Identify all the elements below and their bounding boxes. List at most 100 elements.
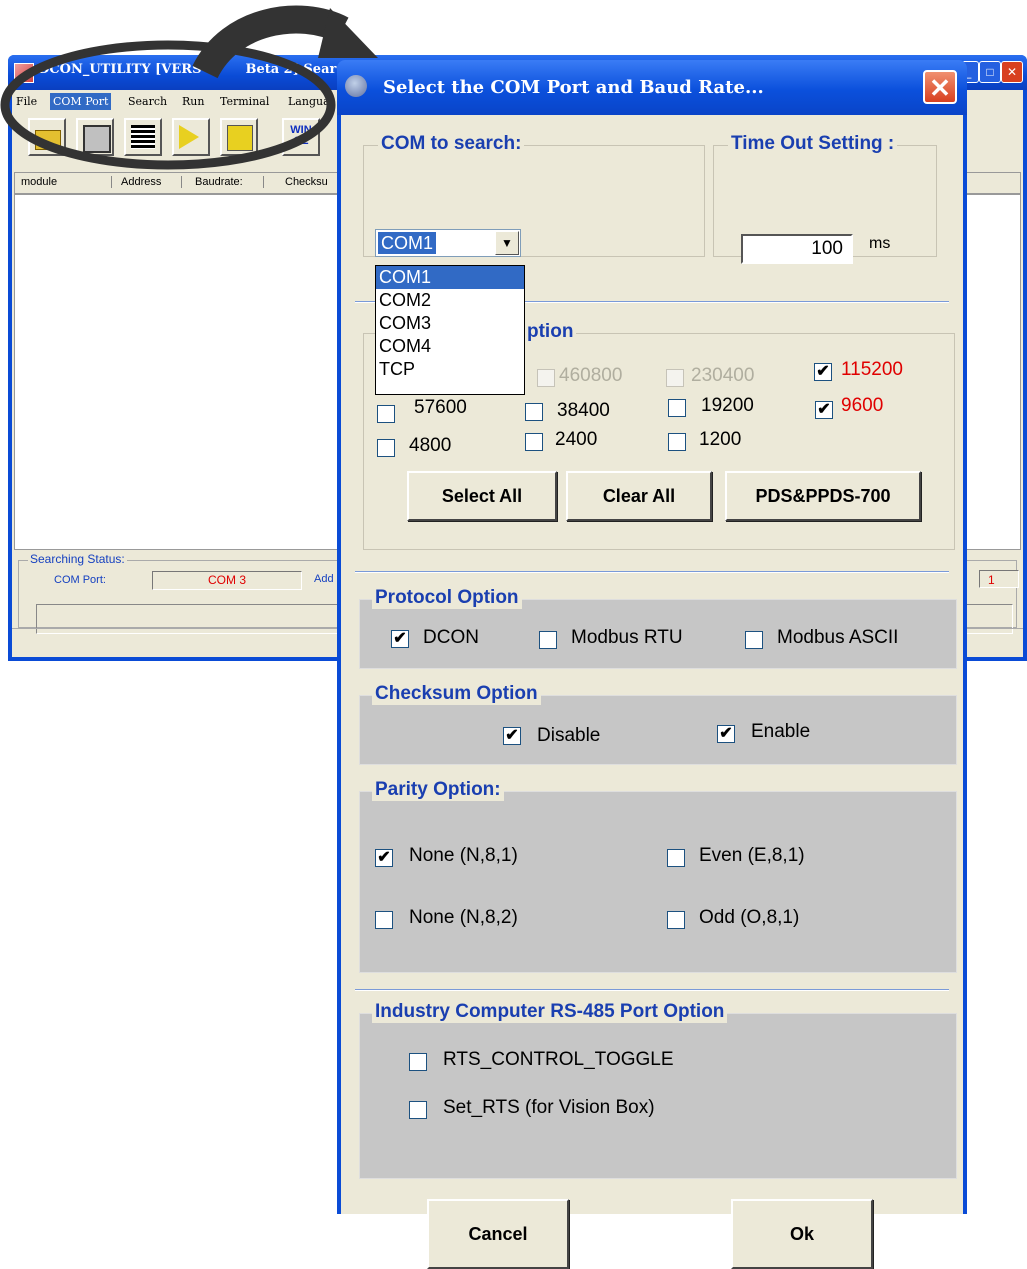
menu-com-port[interactable]: COM Port bbox=[50, 93, 112, 110]
menu-file[interactable]: File bbox=[16, 95, 37, 108]
maximize-icon[interactable]: □ bbox=[979, 61, 1001, 83]
ok-button[interactable]: Ok bbox=[731, 1199, 873, 1269]
baud-2400-label[interactable]: 2400 bbox=[555, 429, 597, 451]
dialog-close-button[interactable]: ✕ bbox=[923, 70, 957, 104]
parity-none-n82-checkbox[interactable] bbox=[375, 911, 393, 929]
baud-230400-label: 230400 bbox=[691, 365, 755, 386]
rs485-legend: Industry Computer RS-485 Port Option bbox=[372, 1001, 728, 1023]
com-option[interactable]: COM2 bbox=[376, 289, 524, 312]
rts-control-toggle-checkbox[interactable] bbox=[409, 1053, 427, 1071]
rs485-group: Industry Computer RS-485 Port Option bbox=[359, 1001, 957, 1179]
protocol-modbus-rtu-label[interactable]: Modbus RTU bbox=[571, 627, 683, 649]
com-select-value: COM1 bbox=[378, 232, 437, 254]
divider bbox=[355, 989, 949, 991]
dialog-body: COM to search: COM1 ▼ Time Out Setting :… bbox=[341, 115, 963, 1269]
checksum-disable-label[interactable]: Disable bbox=[537, 725, 600, 747]
baud-1200-checkbox[interactable] bbox=[668, 433, 686, 451]
play-icon[interactable] bbox=[172, 118, 210, 156]
checksum-enable-checkbox[interactable]: ✔ bbox=[717, 725, 735, 743]
com-dropdown-list[interactable]: COM1 COM2 COM3 COM4 TCP bbox=[375, 265, 525, 395]
dialog-title: Select the COM Port and Baud Rate... bbox=[383, 77, 764, 98]
parity-none-n82-label[interactable]: None (N,8,2) bbox=[409, 907, 518, 929]
rts-control-toggle-label[interactable]: RTS_CONTROL_TOGGLE bbox=[443, 1049, 674, 1071]
protocol-modbus-ascii-label[interactable]: Modbus ASCII bbox=[777, 627, 898, 649]
checksum-group: Checksum Option bbox=[359, 683, 957, 765]
baud-9600-checkbox[interactable]: ✔ bbox=[815, 401, 833, 419]
searching-status-label: Searching Status: bbox=[28, 552, 127, 566]
baud-rate-legend: ption bbox=[524, 321, 577, 343]
com-select[interactable]: COM1 ▼ bbox=[375, 229, 521, 257]
arrow-head bbox=[318, 8, 378, 58]
dialog-app-icon bbox=[341, 71, 371, 101]
baud-115200-label[interactable]: 115200 bbox=[841, 359, 903, 381]
column-module[interactable]: module bbox=[21, 176, 112, 188]
timeout-input[interactable]: 100 bbox=[741, 234, 853, 264]
menu-run[interactable]: Run bbox=[182, 95, 204, 108]
baud-1200-label[interactable]: 1200 bbox=[699, 429, 741, 451]
parity-none-n81-checkbox[interactable]: ✔ bbox=[375, 849, 393, 867]
com-port-dialog: Select the COM Port and Baud Rate... ✕ C… bbox=[337, 60, 967, 1269]
checksum-enable-label[interactable]: Enable bbox=[751, 721, 810, 743]
com-search-legend: COM to search: bbox=[378, 133, 525, 155]
baud-4800-label[interactable]: 4800 bbox=[409, 435, 451, 457]
com-option[interactable]: COM3 bbox=[376, 312, 524, 335]
pds-ppds-700-button[interactable]: PDS&PPDS-700 bbox=[725, 471, 921, 521]
parity-even-label[interactable]: Even (E,8,1) bbox=[699, 845, 805, 867]
baud-38400-label[interactable]: 38400 bbox=[557, 400, 610, 422]
close-icon[interactable]: ✕ bbox=[1001, 61, 1023, 83]
chevron-down-icon[interactable]: ▼ bbox=[495, 231, 519, 255]
column-baudrate[interactable]: Baudrate: bbox=[195, 176, 264, 188]
protocol-legend: Protocol Option bbox=[372, 587, 522, 609]
com-port-label: COM Port: bbox=[54, 574, 106, 586]
print-icon[interactable] bbox=[124, 118, 162, 156]
baud-19200-checkbox[interactable] bbox=[668, 399, 686, 417]
baud-4800-checkbox[interactable] bbox=[377, 439, 395, 457]
app-icon bbox=[14, 63, 34, 83]
checksum-disable-checkbox[interactable]: ✔ bbox=[503, 727, 521, 745]
parity-even-checkbox[interactable] bbox=[667, 849, 685, 867]
baud-57600-label[interactable]: 57600 bbox=[414, 397, 467, 419]
baud-2400-checkbox[interactable] bbox=[525, 433, 543, 451]
baud-57600-checkbox[interactable] bbox=[377, 405, 395, 423]
protocol-modbus-ascii-checkbox[interactable] bbox=[745, 631, 763, 649]
parity-none-n81-label[interactable]: None (N,8,1) bbox=[409, 845, 518, 867]
baud-38400-checkbox[interactable] bbox=[525, 403, 543, 421]
com-option[interactable]: COM1 bbox=[376, 266, 524, 289]
protocol-modbus-rtu-checkbox[interactable] bbox=[539, 631, 557, 649]
cancel-button[interactable]: Cancel bbox=[427, 1199, 569, 1269]
timeout-unit: ms bbox=[869, 235, 891, 252]
save-disk-icon[interactable] bbox=[76, 118, 114, 156]
set-rts-label[interactable]: Set_RTS (for Vision Box) bbox=[443, 1097, 655, 1119]
baud-460800-checkbox bbox=[537, 369, 555, 387]
com-option[interactable]: TCP bbox=[376, 358, 524, 381]
baud-9600-label[interactable]: 9600 bbox=[841, 395, 883, 417]
right-status-value: 1 bbox=[979, 570, 1019, 588]
baud-19200-label[interactable]: 19200 bbox=[701, 395, 754, 417]
wince-icon[interactable]: WIN CE bbox=[282, 118, 320, 156]
clear-all-button[interactable]: Clear All bbox=[566, 471, 712, 521]
select-all-button[interactable]: Select All bbox=[407, 471, 557, 521]
checksum-legend: Checksum Option bbox=[372, 683, 541, 705]
com-option[interactable]: COM4 bbox=[376, 335, 524, 358]
divider bbox=[355, 571, 949, 573]
menu-search[interactable]: Search bbox=[128, 95, 167, 108]
menu-language[interactable]: Langua bbox=[288, 95, 330, 108]
baud-460800-label: 460800 bbox=[559, 365, 623, 386]
column-address[interactable]: Address bbox=[121, 176, 182, 188]
baud-115200-checkbox[interactable]: ✔ bbox=[814, 363, 832, 381]
com-port-value: COM 3 bbox=[152, 571, 302, 590]
protocol-dcon-checkbox[interactable]: ✔ bbox=[391, 630, 409, 648]
main-title-tail: Beta 2] Sear bbox=[245, 62, 337, 77]
dialog-title-bar: Select the COM Port and Baud Rate... ✕ bbox=[337, 60, 967, 115]
timeout-legend: Time Out Setting : bbox=[728, 133, 898, 155]
parity-odd-label[interactable]: Odd (O,8,1) bbox=[699, 907, 799, 929]
menu-terminal[interactable]: Terminal bbox=[220, 95, 269, 108]
open-folder-icon[interactable] bbox=[28, 118, 66, 156]
baud-230400-checkbox bbox=[666, 369, 684, 387]
main-title: DCON_UTILITY [VERS bbox=[38, 62, 202, 77]
parity-legend: Parity Option: bbox=[372, 779, 504, 801]
pause-icon[interactable] bbox=[220, 118, 258, 156]
set-rts-checkbox[interactable] bbox=[409, 1101, 427, 1119]
protocol-dcon-label[interactable]: DCON bbox=[423, 627, 479, 649]
parity-odd-checkbox[interactable] bbox=[667, 911, 685, 929]
